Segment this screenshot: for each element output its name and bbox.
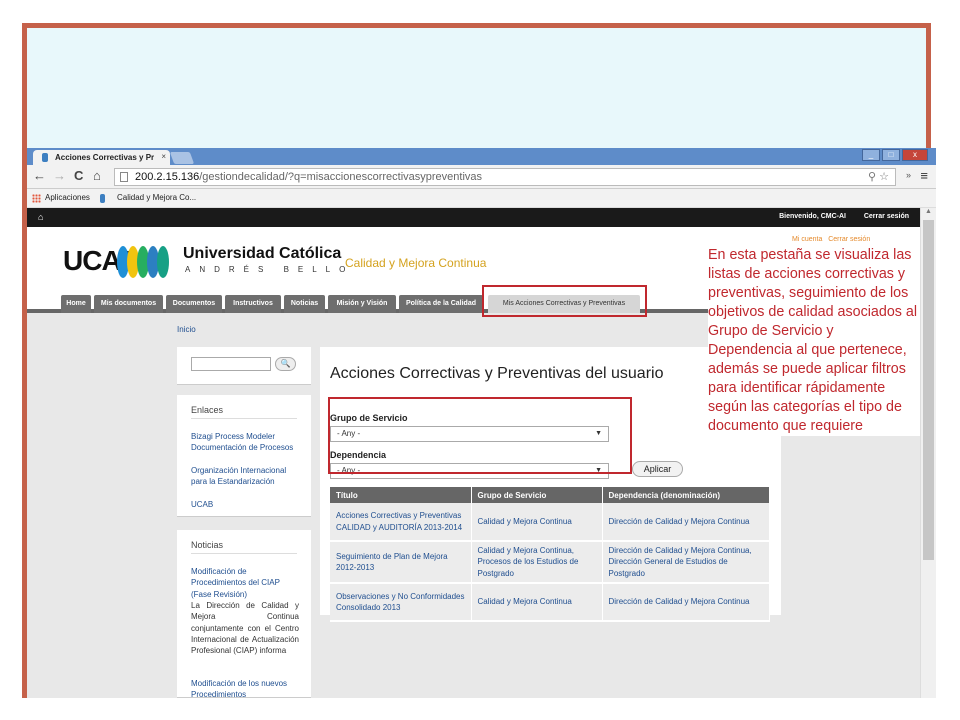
nav-tab-mis-documentos[interactable]: Mis documentos (94, 295, 163, 313)
cell-dependencia[interactable]: Dirección de Calidad y Mejora Continua, … (602, 541, 770, 584)
annotation-text: En esta pestaña se visualiza las listas … (708, 246, 920, 436)
cell-titulo[interactable]: Seguimiento de Plan de Mejora 2012-2013 (330, 541, 472, 584)
scroll-up-icon[interactable]: ▲ (925, 208, 932, 215)
forward-icon[interactable]: → (53, 168, 66, 183)
breadcrumb[interactable]: Inicio (177, 325, 196, 334)
my-account-link[interactable]: Mi cuenta (792, 236, 822, 243)
table-row: Seguimiento de Plan de Mejora 2012-2013 … (330, 541, 770, 584)
news-item-text: La Dirección de Calidad y Mejora Continu… (191, 601, 299, 656)
news-box: Noticias Modificación de Procedimientos … (177, 530, 311, 698)
table-header-row: Título Grupo de Servicio Dependencia (de… (330, 487, 770, 503)
favicon-icon (42, 153, 48, 162)
col-dependencia[interactable]: Dependencia (denominación) (602, 487, 770, 503)
table-row: Acciones Correctivas y Preventivas CALID… (330, 503, 770, 542)
highlight-filters-box (328, 397, 632, 474)
cell-grupo[interactable]: Calidad y Mejora Continua (471, 582, 603, 622)
cell-grupo[interactable]: Calidad y Mejora Continua, Procesos de l… (471, 541, 603, 584)
bookmarks-bar: Aplicaciones Calidad y Mejora Co... (27, 189, 936, 208)
site-top-bar: ⌂ Bienvenido, CMC-AI Cerrar sesión (27, 208, 920, 227)
address-bar[interactable]: 200.2.15.136/gestiondecalidad/?q=misacci… (114, 168, 896, 186)
tab-bar: Acciones Correctivas y Pr × _ □ x (27, 148, 936, 165)
url-path: /gestiondecalidad/?q=misaccionescorrecti… (199, 171, 483, 183)
maximize-icon[interactable]: □ (882, 149, 900, 161)
nav-tab-mision-vision[interactable]: Misión y Visión (328, 295, 396, 313)
reload-icon[interactable]: C (74, 168, 83, 183)
window-controls: _ □ x (862, 149, 928, 161)
university-subtitle: ANDRÉS BELLO (185, 265, 355, 274)
apps-icon (32, 194, 41, 203)
nav-tab-noticias[interactable]: Noticias (284, 295, 325, 313)
search-input[interactable] (191, 357, 271, 371)
url-host: 200.2.15.136 (135, 171, 200, 183)
news-item-title-2[interactable]: Modificación de los nuevos Procedimiento… (191, 678, 301, 698)
close-tab-icon[interactable]: × (161, 152, 166, 161)
link-ucab[interactable]: UCAB (191, 499, 301, 510)
nav-tab-documentos[interactable]: Documentos (166, 295, 222, 313)
cell-dependencia[interactable]: Dirección de Calidad y Mejora Continua (602, 503, 770, 542)
scrollbar[interactable]: ▲ (920, 208, 936, 698)
actions-table: Título Grupo de Servicio Dependencia (de… (330, 487, 770, 622)
browser-toolbar: ← → C ⌂ 200.2.15.136/gestiondecalidad/?q… (27, 165, 936, 189)
apply-button[interactable]: Aplicar (632, 461, 683, 477)
cell-titulo[interactable]: Observaciones y No Conformidades Consoli… (330, 582, 472, 622)
section-title: Calidad y Mejora Continua (345, 256, 487, 270)
col-titulo[interactable]: Título (330, 487, 472, 503)
bookmark-calidad[interactable]: Calidad y Mejora Co... (117, 189, 196, 207)
new-tab-button[interactable] (169, 152, 195, 164)
zoom-star-icon[interactable]: ⚲ ☆ (868, 169, 889, 185)
cell-grupo[interactable]: Calidad y Mejora Continua (471, 503, 603, 542)
nav-tab-politica[interactable]: Política de la Calidad (399, 295, 483, 313)
ucab-logo-mark-icon (117, 246, 169, 278)
links-box: Enlaces Bizagi Process Modeler Documenta… (177, 395, 311, 517)
page-title: Acciones Correctivas y Preventivas del u… (330, 365, 664, 382)
cell-dependencia[interactable]: Dirección de Calidad y Mejora Continua (602, 582, 770, 622)
browser-tab[interactable]: Acciones Correctivas y Pr × (33, 150, 170, 165)
menu-icon[interactable]: ≡ (920, 168, 928, 183)
university-name: Universidad Católica (183, 245, 342, 262)
search-icon: 🔍 (280, 359, 291, 368)
slide-header-area (27, 28, 926, 150)
search-button[interactable]: 🔍 (275, 357, 296, 371)
link-documentacion[interactable]: Documentación de Procesos (191, 442, 301, 453)
bookmark-apps[interactable]: Aplicaciones (45, 189, 90, 207)
close-window-icon[interactable]: x (902, 149, 928, 161)
back-icon[interactable]: ← (33, 168, 46, 183)
scroll-thumb[interactable] (923, 220, 934, 560)
news-item-title[interactable]: Modificación de Procedimientos del CIAP … (191, 566, 301, 600)
cell-titulo[interactable]: Acciones Correctivas y Preventivas CALID… (330, 503, 472, 542)
tab-title: Acciones Correctivas y Pr (55, 153, 155, 162)
nav-tab-home[interactable]: Home (61, 295, 91, 313)
minimize-icon[interactable]: _ (862, 149, 880, 161)
welcome-text: Bienvenido, CMC-AI (779, 213, 846, 220)
page-icon (120, 172, 128, 182)
user-links: Mi cuenta Cerrar sesión (792, 236, 870, 243)
bookmark-favicon-icon (100, 194, 105, 203)
extensions-overflow-icon[interactable]: » (906, 170, 911, 180)
logout-link[interactable]: Cerrar sesión (864, 213, 909, 220)
col-grupo[interactable]: Grupo de Servicio (471, 487, 603, 503)
table-row: Observaciones y No Conformidades Consoli… (330, 582, 770, 622)
home-icon[interactable]: ⌂ (93, 168, 101, 183)
link-bizagi[interactable]: Bizagi Process Modeler (191, 431, 301, 442)
news-heading: Noticias (191, 540, 297, 554)
nav-tab-instructivos[interactable]: Instructivos (225, 295, 281, 313)
links-heading: Enlaces (191, 405, 297, 419)
search-box: 🔍 (177, 347, 311, 385)
link-iso[interactable]: Organización Internacional para la Estan… (191, 465, 301, 488)
logout-small-link[interactable]: Cerrar sesión (828, 236, 870, 243)
site-home-icon[interactable]: ⌂ (38, 212, 43, 222)
highlight-tab-box (482, 285, 647, 317)
